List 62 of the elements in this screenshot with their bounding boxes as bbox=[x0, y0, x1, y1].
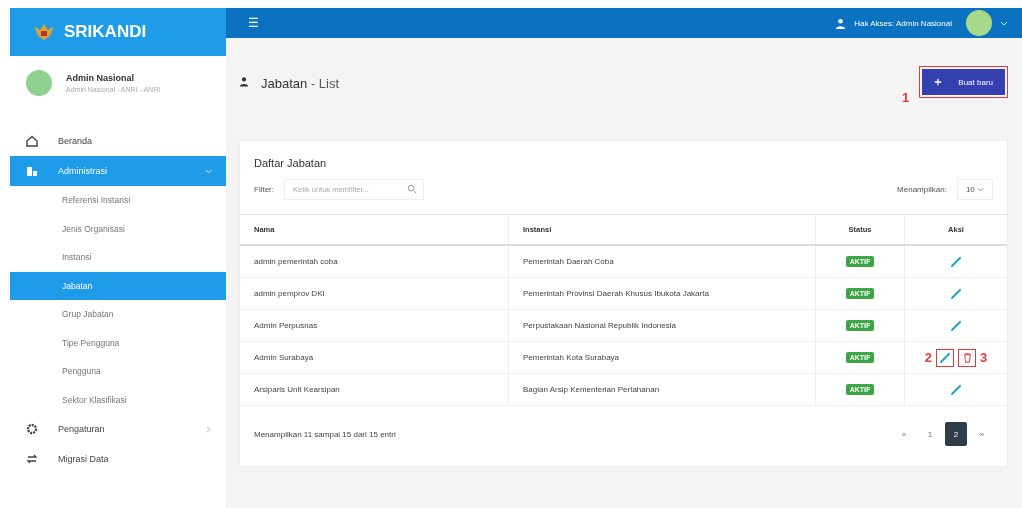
trash-icon bbox=[961, 352, 973, 363]
table-cell: Pemerintah Daerah Coba bbox=[508, 245, 816, 278]
brand-name: SRIKANDI bbox=[64, 22, 147, 42]
sidebar-subitem[interactable]: Jabatan bbox=[10, 271, 226, 300]
page-button[interactable]: 2 bbox=[945, 422, 967, 446]
menu-button[interactable]: ☰ bbox=[248, 16, 259, 30]
pencil-icon bbox=[950, 383, 962, 396]
table-cell: admin pemprov DKI bbox=[240, 277, 509, 310]
page-title: Jabatan - List bbox=[261, 76, 341, 91]
page-button[interactable]: « bbox=[893, 422, 915, 446]
entries-info: Menampilkan 11 sampai 15 dari 15 entri bbox=[254, 429, 396, 439]
page-button[interactable]: 1 bbox=[919, 422, 941, 446]
sidebar-subitem[interactable]: Jenis Organisasi bbox=[10, 214, 226, 243]
sidebar-subitem[interactable]: Tipe Pengguna bbox=[10, 328, 226, 357]
table-cell: Pemerintah Kota Surabaya bbox=[508, 341, 816, 374]
filter-label: Filter: bbox=[254, 185, 274, 194]
pencil-icon bbox=[950, 255, 962, 268]
search-icon bbox=[407, 184, 417, 194]
sidebar-item[interactable]: Pengaturan bbox=[10, 414, 226, 444]
sidebar-subitem[interactable]: Instansi bbox=[10, 243, 226, 272]
caret-icon bbox=[977, 187, 984, 192]
avatar bbox=[26, 70, 52, 96]
table-cell: Admin Perpusnas bbox=[240, 309, 509, 342]
building-icon bbox=[26, 165, 38, 177]
page-size-select[interactable]: 10 bbox=[956, 179, 993, 200]
migrate-icon bbox=[26, 453, 38, 465]
settings-icon bbox=[26, 423, 38, 435]
pencil-icon bbox=[950, 319, 962, 332]
page-size-label: Menampilkan: bbox=[897, 185, 947, 194]
table-cell: Admin Surabaya bbox=[240, 341, 509, 374]
sidebar-item[interactable]: Beranda bbox=[10, 126, 226, 156]
annotation-number: 3 bbox=[980, 350, 988, 365]
plus-icon bbox=[934, 78, 943, 86]
pencil-icon bbox=[950, 287, 962, 300]
delete-button[interactable] bbox=[958, 348, 976, 367]
card-title: Daftar Jabatan bbox=[253, 156, 328, 171]
sidebar-item[interactable]: Administrasi bbox=[10, 156, 226, 186]
chevron-icon bbox=[205, 167, 212, 175]
page-button[interactable]: » bbox=[971, 422, 993, 446]
sidebar-subitem[interactable]: Sektor Klasifikasi bbox=[10, 385, 226, 414]
access-label: Hak Akses: Admin Nasional bbox=[854, 18, 952, 28]
pencil-icon bbox=[939, 351, 951, 364]
sidebar-subitem[interactable]: Grup Jabatan bbox=[10, 300, 226, 329]
sidebar-subitem[interactable]: Referensi Instansi bbox=[10, 186, 226, 215]
annotation-number: 1 bbox=[902, 90, 910, 105]
user-icon bbox=[835, 17, 847, 29]
person-icon bbox=[239, 76, 249, 87]
edit-button[interactable] bbox=[936, 348, 954, 367]
new-button[interactable]: Buat baru bbox=[922, 69, 1005, 95]
profile-name: Admin Nasional bbox=[66, 73, 135, 83]
sidebar-item[interactable]: Migrasi Data bbox=[10, 444, 226, 474]
table-cell: Pemerintah Provinsi Daerah Khusus Ibukota Jakarta bbox=[508, 277, 816, 310]
chevron-icon bbox=[205, 425, 212, 433]
table-cell: Perpustakaan Nasional Republik Indonesia bbox=[508, 309, 816, 342]
table-cell: Bagian Arsip Kementerian Pertahanan bbox=[508, 373, 816, 406]
user-avatar[interactable] bbox=[966, 10, 992, 36]
caret-icon bbox=[1000, 20, 1008, 26]
annotation-number: 2 bbox=[924, 350, 932, 365]
sidebar-subitem[interactable]: Pengguna bbox=[10, 357, 226, 386]
home-icon bbox=[26, 135, 38, 147]
table-cell: Arsiparis Unit Kearsipan bbox=[240, 373, 509, 406]
table-cell: admin pemerintah coba bbox=[240, 245, 509, 278]
